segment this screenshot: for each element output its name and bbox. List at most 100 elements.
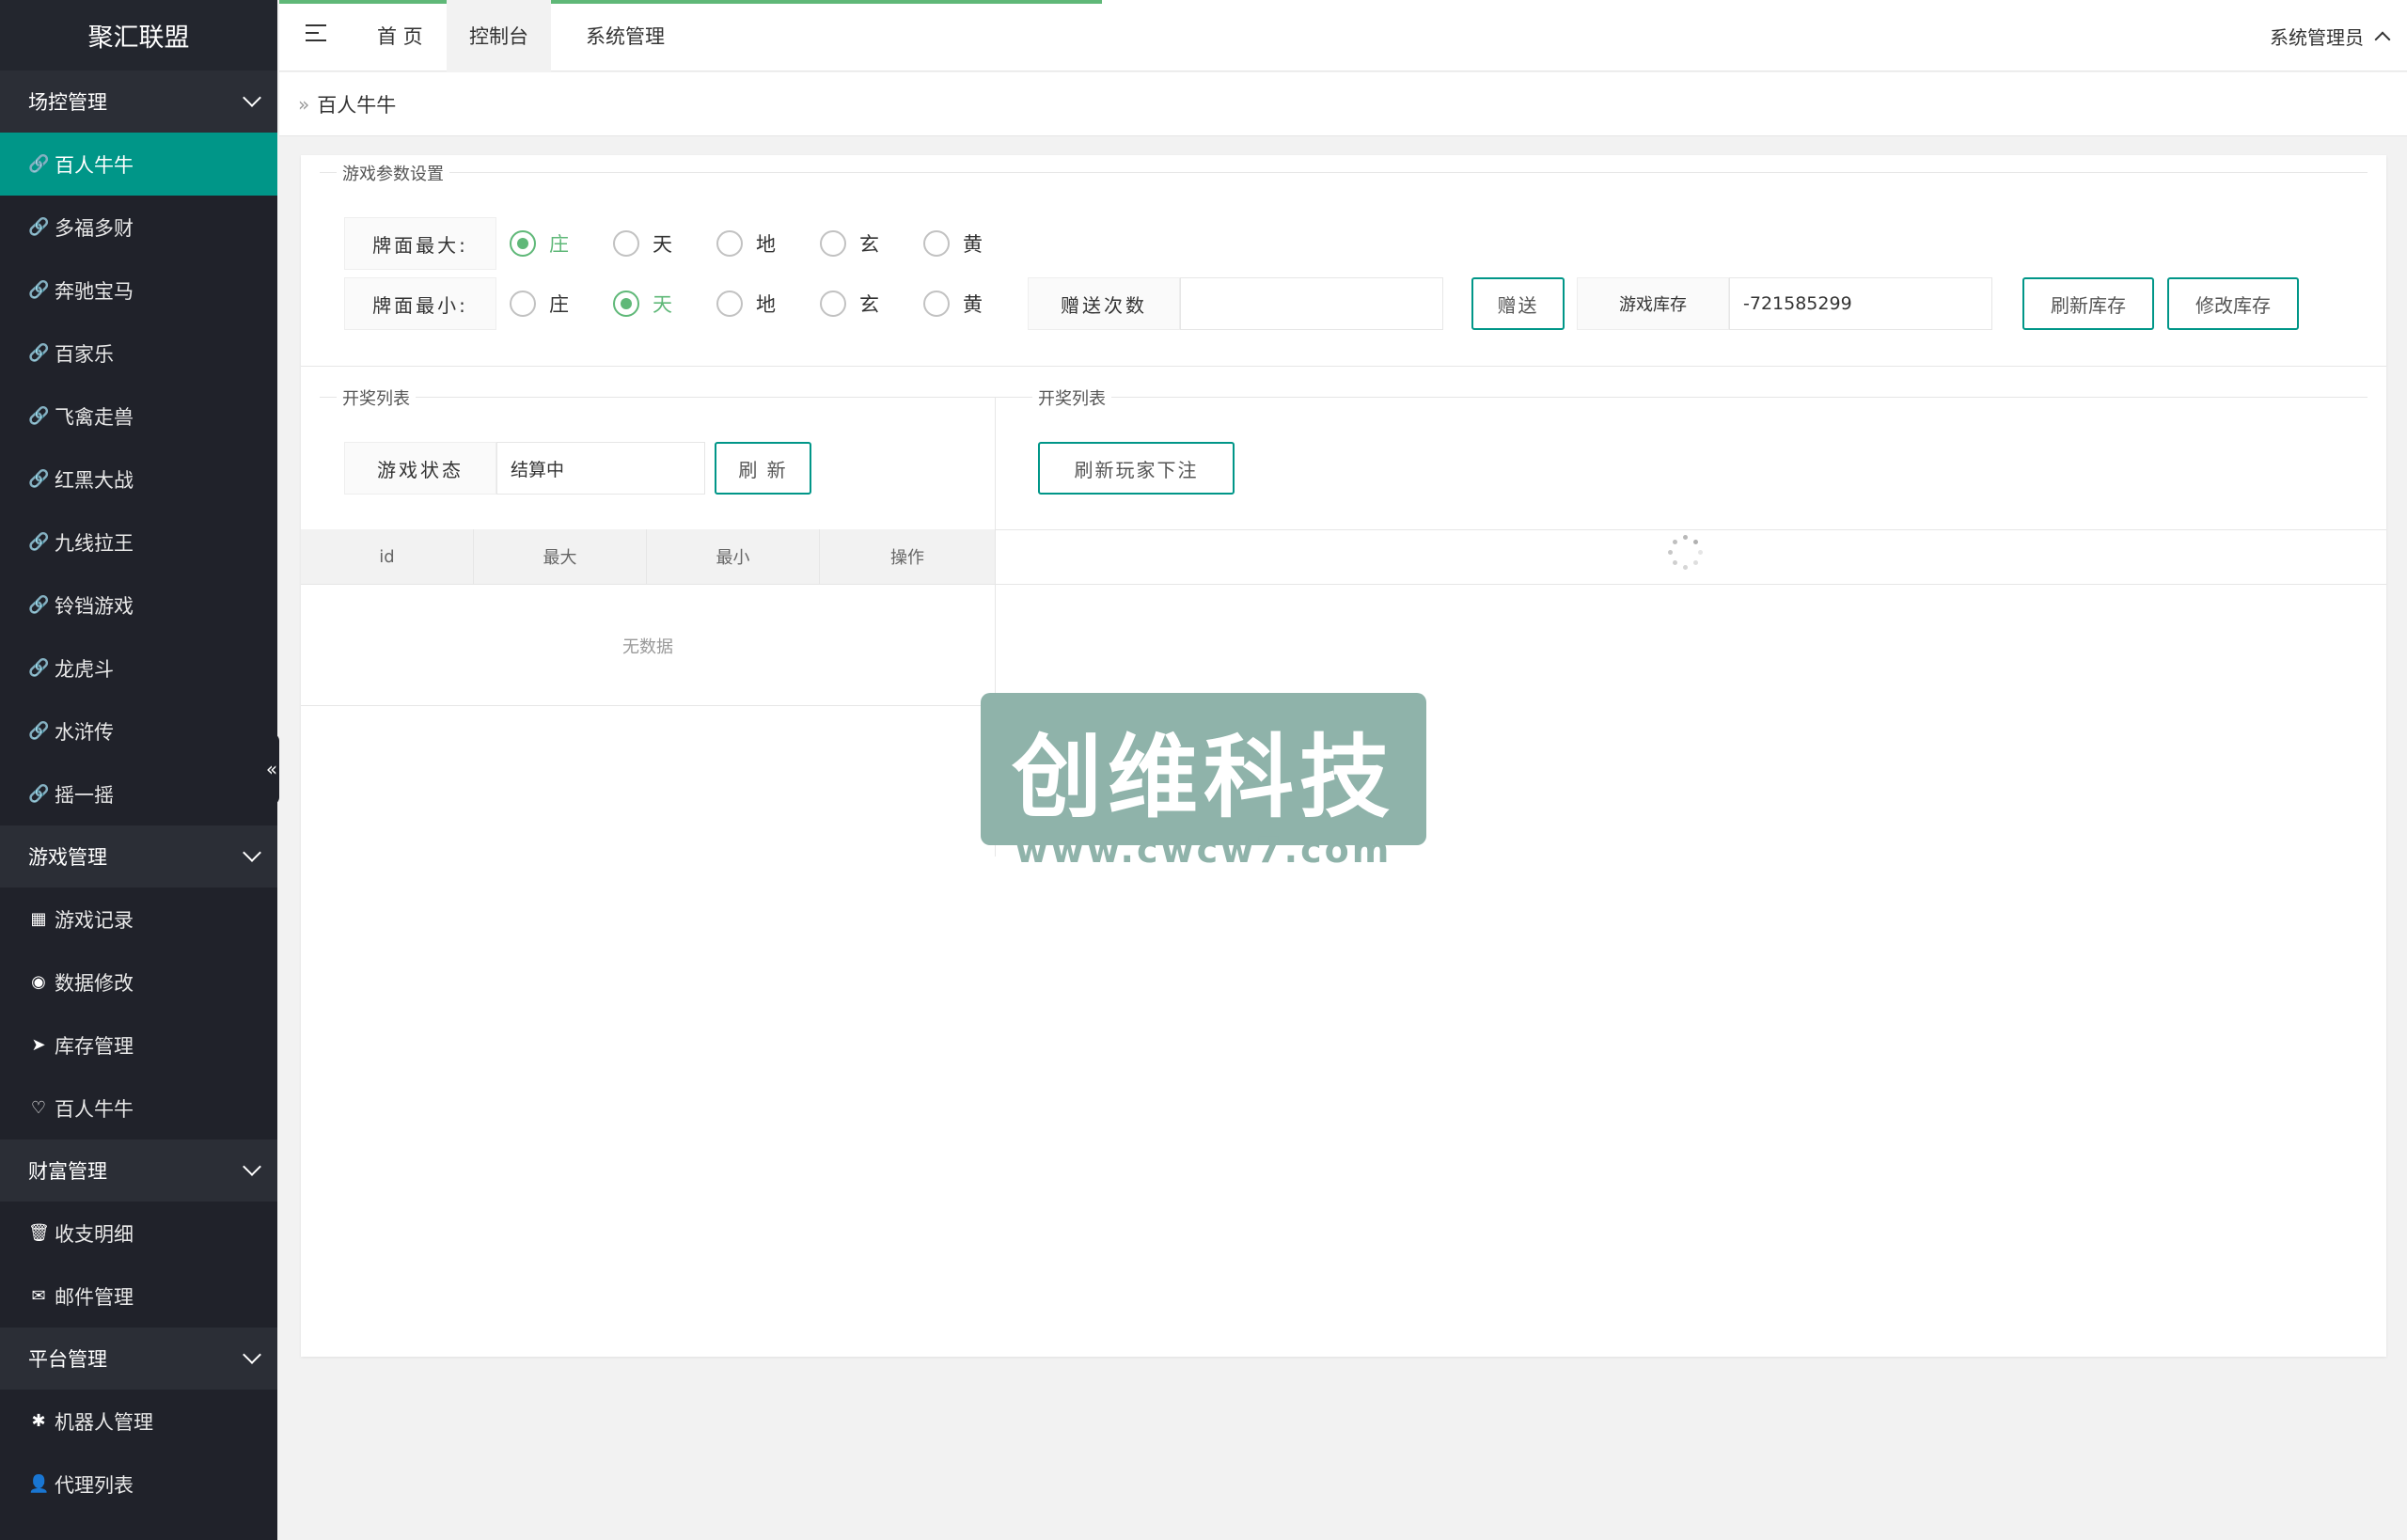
sidebar-item[interactable]: 🔗 摇一摇 <box>0 762 277 825</box>
side-menu: 场控管理 🔗 百人牛牛 🔗 多福多财 🔗 奔驰宝马 🔗 百家乐 🔗 飞禽走兽 🔗 红黑大战 🔗 九线拉王 🔗 铃… <box>0 71 277 1516</box>
min-radio-option[interactable]: 黄 <box>923 277 983 330</box>
link-icon: 🔗 <box>28 532 50 552</box>
radio-label: 玄 <box>859 293 879 316</box>
sidebar-item-label: 百家乐 <box>55 342 114 366</box>
gift-count-input[interactable] <box>1180 277 1443 330</box>
max-label: 牌面最大: <box>344 217 496 270</box>
max-radio-option[interactable]: 黄 <box>923 217 983 270</box>
divider <box>320 172 2368 173</box>
radio-label: 黄 <box>963 233 983 256</box>
watermark-url: www.cwcw7.com <box>1015 829 1392 871</box>
refresh-stock-button[interactable]: 刷新库存 <box>2022 277 2154 330</box>
divider <box>995 529 2386 530</box>
params-legend: 游戏参数设置 <box>337 161 449 185</box>
sidebar-group-1[interactable]: 游戏管理 <box>0 825 277 888</box>
nav-tab-home[interactable]: 首 页 <box>354 0 446 71</box>
radio-label: 地 <box>756 293 776 316</box>
sidebar-item[interactable]: ◉ 数据修改 <box>0 951 277 1014</box>
gift-count-label: 赠送次数 <box>1028 277 1180 330</box>
sidebar-item[interactable]: 🗑 收支明细 <box>0 1202 277 1265</box>
heart-icon: ♡ <box>30 1098 47 1118</box>
refresh-status-button[interactable]: 刷 新 <box>715 442 811 495</box>
nav-tab-console[interactable]: 控制台 <box>447 0 551 71</box>
android-icon: ✱ <box>31 1411 46 1431</box>
sidebar-item-label: 水浒传 <box>55 720 114 744</box>
sidebar-item[interactable]: ▦ 游戏记录 <box>0 888 277 951</box>
sidebar-item[interactable]: 👤 代理列表 <box>0 1453 277 1516</box>
column-header-min: 最小 <box>647 529 820 584</box>
sidebar-item-label: 九线拉王 <box>55 531 134 555</box>
max-radio-option[interactable]: 天 <box>613 217 672 270</box>
table-icon: ▦ <box>30 909 47 929</box>
menu-toggle-icon[interactable] <box>306 24 326 47</box>
sidebar-item-label: 百人牛牛 <box>55 1097 134 1121</box>
radio-label: 天 <box>653 293 672 316</box>
sidebar-collapse-button[interactable]: « <box>264 733 279 805</box>
min-radio-option[interactable]: 庄 <box>510 277 569 330</box>
max-radio-option[interactable]: 玄 <box>820 217 879 270</box>
radio-label: 庄 <box>549 293 569 316</box>
sidebar-item[interactable]: 🔗 百家乐 <box>0 322 277 385</box>
user-icon: 👤 <box>28 1474 50 1494</box>
modify-stock-button[interactable]: 修改库存 <box>2167 277 2299 330</box>
user-menu[interactable]: 系统管理员 <box>2270 0 2391 71</box>
min-label: 牌面最小: <box>344 277 496 330</box>
sidebar-item[interactable]: 🔗 水浒传 <box>0 699 277 762</box>
watermark-logo: 创维科技 <box>981 693 1426 845</box>
sidebar-item-label: 龙虎斗 <box>55 657 114 681</box>
min-radio-option[interactable]: 天 <box>613 277 672 330</box>
link-icon: 🔗 <box>28 343 50 363</box>
sidebar-item[interactable]: ✱ 机器人管理 <box>0 1390 277 1453</box>
radio-circle-icon <box>820 230 846 257</box>
sidebar-item[interactable]: 🔗 飞禽走兽 <box>0 385 277 448</box>
column-header-action: 操作 <box>890 548 924 568</box>
max-radio-option[interactable]: 庄 <box>510 217 569 270</box>
link-icon: 🔗 <box>28 784 50 804</box>
sidebar-item[interactable]: 🔗 九线拉王 <box>0 511 277 574</box>
breadcrumb-current[interactable]: 百人牛牛 <box>317 90 396 118</box>
sidebar-item-label: 铃铛游戏 <box>55 594 134 618</box>
chevron-down-icon <box>243 88 261 107</box>
sidebar-group-0[interactable]: 场控管理 <box>0 71 277 133</box>
radio-circle-icon <box>716 230 743 257</box>
link-icon: 🔗 <box>28 721 50 741</box>
sidebar-group-label: 场控管理 <box>28 91 107 114</box>
radio-label: 庄 <box>549 233 569 256</box>
draw-list-legend-left: 开奖列表 <box>337 385 416 410</box>
game-status-input[interactable]: 结算中 <box>496 442 705 495</box>
sidebar-item[interactable]: 🔗 铃铛游戏 <box>0 574 277 636</box>
sidebar-item-label: 库存管理 <box>55 1034 134 1058</box>
divider <box>320 397 2368 398</box>
sidebar-item-label: 数据修改 <box>55 971 134 995</box>
trash-icon: 🗑 <box>28 1223 50 1243</box>
sidebar-item[interactable]: 🔗 百人牛牛 <box>0 133 277 196</box>
sidebar-item-label: 摇一摇 <box>55 783 114 807</box>
radio-circle-icon <box>510 230 536 257</box>
radio-circle-icon <box>716 291 743 317</box>
refresh-player-bets-button[interactable]: 刷新玩家下注 <box>1038 442 1235 495</box>
stock-input[interactable]: -721585299 <box>1729 277 1992 330</box>
sidebar-group-label: 游戏管理 <box>28 846 107 869</box>
min-radio-option[interactable]: 地 <box>716 277 776 330</box>
max-radio-option[interactable]: 地 <box>716 217 776 270</box>
sidebar-group-2[interactable]: 财富管理 <box>0 1139 277 1202</box>
min-radio-option[interactable]: 玄 <box>820 277 879 330</box>
sidebar-item[interactable]: ➤ 库存管理 <box>0 1014 277 1076</box>
sidebar-group-label: 财富管理 <box>28 1160 107 1183</box>
sidebar-item[interactable]: 🔗 龙虎斗 <box>0 636 277 699</box>
sidebar-item[interactable]: 🔗 奔驰宝马 <box>0 259 277 322</box>
radio-label: 玄 <box>859 233 879 256</box>
sidebar-item-label: 奔驰宝马 <box>55 279 134 303</box>
gift-button[interactable]: 赠送 <box>1471 277 1565 330</box>
sidebar-item[interactable]: ✉ 邮件管理 <box>0 1265 277 1328</box>
sidebar-item[interactable]: 🔗 红黑大战 <box>0 448 277 511</box>
radio-circle-icon <box>923 230 950 257</box>
nav-tab-system[interactable]: 系统管理 <box>563 0 687 71</box>
sidebar-item[interactable]: ♡ 百人牛牛 <box>0 1076 277 1139</box>
column-header-max: 最大 <box>474 529 647 584</box>
top-header: 首 页 控制台 系统管理 系统管理员 <box>279 0 2407 71</box>
sidebar-item[interactable]: 🔗 多福多财 <box>0 196 277 259</box>
link-icon: 🔗 <box>28 658 50 678</box>
sidebar-group-3[interactable]: 平台管理 <box>0 1328 277 1390</box>
sidebar-item-label: 游戏记录 <box>55 908 134 932</box>
